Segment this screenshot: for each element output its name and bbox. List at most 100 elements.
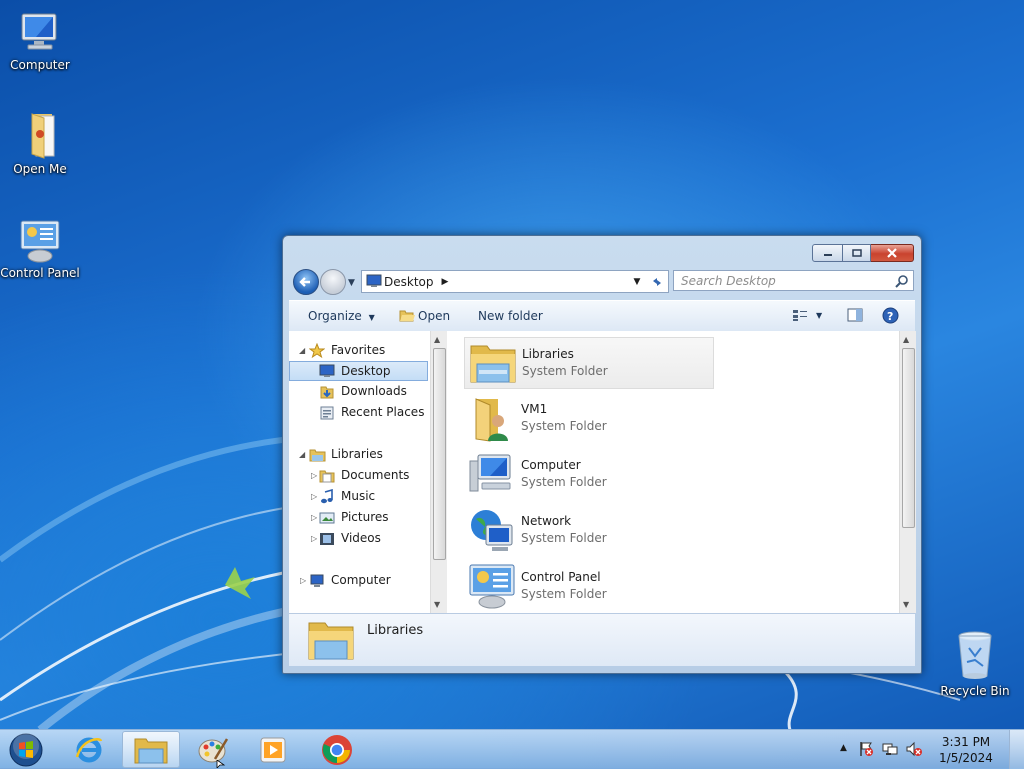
- explorer-window[interactable]: ▼ Desktop ▶ ▼ Search Desktop Organize ▼ …: [282, 235, 922, 674]
- taskbar-internet-explorer[interactable]: [60, 731, 118, 768]
- forward-button[interactable]: [320, 269, 346, 295]
- file-type: System Folder: [521, 531, 607, 545]
- desktop-icon-label: Open Me: [13, 162, 67, 176]
- libraries-folder-icon: [308, 622, 354, 660]
- breadcrumb-desktop[interactable]: Desktop: [384, 275, 434, 289]
- computer-icon: [310, 574, 324, 587]
- star-icon: [309, 343, 325, 359]
- user-folder-icon: [475, 398, 508, 442]
- taskbar-windows-explorer[interactable]: [122, 731, 180, 768]
- minimize-icon: [823, 254, 832, 256]
- desktop-icon-open-me[interactable]: Open Me: [0, 110, 80, 176]
- chevron-down-icon: ▼: [368, 313, 375, 322]
- recent-places-icon: [320, 406, 334, 420]
- breadcrumb-chevron-icon[interactable]: ▶: [442, 277, 449, 287]
- pictures-icon: [319, 512, 335, 524]
- nav-label: Pictures: [341, 510, 389, 524]
- desktop-icon-label: Control Panel: [0, 266, 80, 280]
- mouse-cursor-icon: [216, 760, 226, 768]
- organize-menu[interactable]: Organize ▼: [308, 309, 375, 323]
- scroll-down-icon[interactable]: ▼: [903, 600, 909, 609]
- address-bar[interactable]: Desktop ▶ ▼: [361, 270, 647, 293]
- internet-explorer-icon: [75, 737, 103, 762]
- file-list-scrollbar[interactable]: ▲ ▼: [899, 331, 916, 613]
- music-icon: [321, 489, 333, 504]
- clock[interactable]: 3:31 PM 1/5/2024: [936, 734, 996, 766]
- action-center-flag-icon[interactable]: [858, 741, 874, 757]
- clock-date: 1/5/2024: [939, 751, 993, 765]
- nav-item-favorites[interactable]: ◢ Favorites: [289, 341, 429, 360]
- taskbar-media-player[interactable]: [244, 731, 302, 768]
- desktop-icon: [366, 274, 382, 287]
- file-item-control-panel[interactable]: Control Panel System Folder: [464, 561, 714, 611]
- nav-label: Libraries: [331, 447, 383, 461]
- new-folder-button[interactable]: New folder: [478, 309, 543, 323]
- preview-pane-icon: [847, 308, 863, 322]
- close-icon: [887, 248, 897, 258]
- view-options-icon: [793, 310, 807, 321]
- refresh-button[interactable]: [646, 270, 669, 293]
- file-item-network[interactable]: Network System Folder: [464, 505, 714, 555]
- nav-label: Favorites: [331, 343, 386, 357]
- volume-muted-icon[interactable]: [906, 741, 922, 757]
- address-dropdown-icon[interactable]: ▼: [628, 271, 646, 292]
- file-item-computer[interactable]: Computer System Folder: [464, 449, 714, 499]
- file-type: System Folder: [521, 419, 607, 433]
- back-button[interactable]: [293, 269, 319, 295]
- explorer-content: ◢ Favorites Desktop Downloads Recent Pla…: [289, 331, 916, 613]
- collapsed-arrow-icon: ▷: [311, 513, 318, 522]
- window-controls: [812, 244, 914, 262]
- file-type: System Folder: [522, 364, 608, 378]
- scroll-down-icon[interactable]: ▼: [434, 600, 440, 609]
- collapsed-arrow-icon: ▷: [311, 471, 318, 480]
- file-name: Network: [521, 514, 572, 528]
- system-tray: ▲ 3:31 PM 1/5/2024: [834, 730, 1024, 769]
- desktop-icon-control-panel[interactable]: Control Panel: [0, 218, 80, 280]
- document-icon: [31, 113, 55, 159]
- view-dropdown-icon[interactable]: ▼: [816, 311, 822, 320]
- taskbar-paint[interactable]: [184, 731, 242, 768]
- control-panel-icon: [469, 564, 515, 609]
- desktop-icon-computer[interactable]: Computer: [0, 8, 80, 72]
- desktop-icon-label: Computer: [10, 58, 70, 72]
- minimize-button[interactable]: [812, 244, 843, 262]
- media-player-icon: [260, 737, 286, 762]
- scrollbar-thumb[interactable]: [902, 348, 915, 528]
- desktop-icon: [319, 364, 335, 377]
- navigation-bar: ▼ Desktop ▶ ▼ Search Desktop: [291, 269, 914, 295]
- start-button[interactable]: [0, 731, 52, 768]
- show-desktop-button[interactable]: [1009, 730, 1024, 769]
- file-item-libraries[interactable]: Libraries System Folder: [464, 337, 714, 389]
- folder-open-icon: [399, 310, 415, 322]
- computer-icon: [21, 13, 57, 50]
- downloads-icon: [320, 386, 334, 399]
- scrollbar-thumb[interactable]: [433, 348, 446, 560]
- folder-icon: [134, 738, 168, 763]
- desktop-icon-recycle-bin[interactable]: Recycle Bin: [935, 630, 1015, 698]
- libraries-icon: [309, 449, 326, 462]
- change-view-button[interactable]: [792, 308, 808, 325]
- nav-label: Videos: [341, 531, 381, 545]
- refresh-icon: [653, 277, 661, 286]
- open-button[interactable]: Open: [399, 309, 450, 323]
- file-type: System Folder: [521, 475, 607, 489]
- scroll-up-icon[interactable]: ▲: [903, 335, 909, 344]
- show-hidden-icons-icon[interactable]: ▲: [840, 743, 847, 753]
- preview-pane-button[interactable]: [847, 308, 863, 325]
- maximize-button[interactable]: [843, 244, 871, 262]
- recent-pages-dropdown[interactable]: ▼: [348, 278, 355, 288]
- new-folder-label: New folder: [478, 309, 543, 323]
- nav-label: Recent Places: [341, 405, 425, 419]
- file-item-vm1[interactable]: VM1 System Folder: [464, 393, 714, 443]
- network-status-icon[interactable]: [882, 741, 898, 757]
- documents-icon: [319, 470, 335, 483]
- search-input[interactable]: Search Desktop: [673, 270, 914, 291]
- help-button[interactable]: ?: [882, 307, 899, 327]
- close-button[interactable]: [871, 244, 914, 262]
- search-icon: [895, 275, 908, 288]
- nav-item-desktop[interactable]: Desktop: [289, 361, 428, 381]
- scroll-up-icon[interactable]: ▲: [434, 335, 440, 344]
- windows-orb-icon: [9, 732, 43, 766]
- navigation-pane-scrollbar[interactable]: ▲ ▼: [430, 331, 447, 613]
- taskbar-chrome[interactable]: [308, 731, 366, 768]
